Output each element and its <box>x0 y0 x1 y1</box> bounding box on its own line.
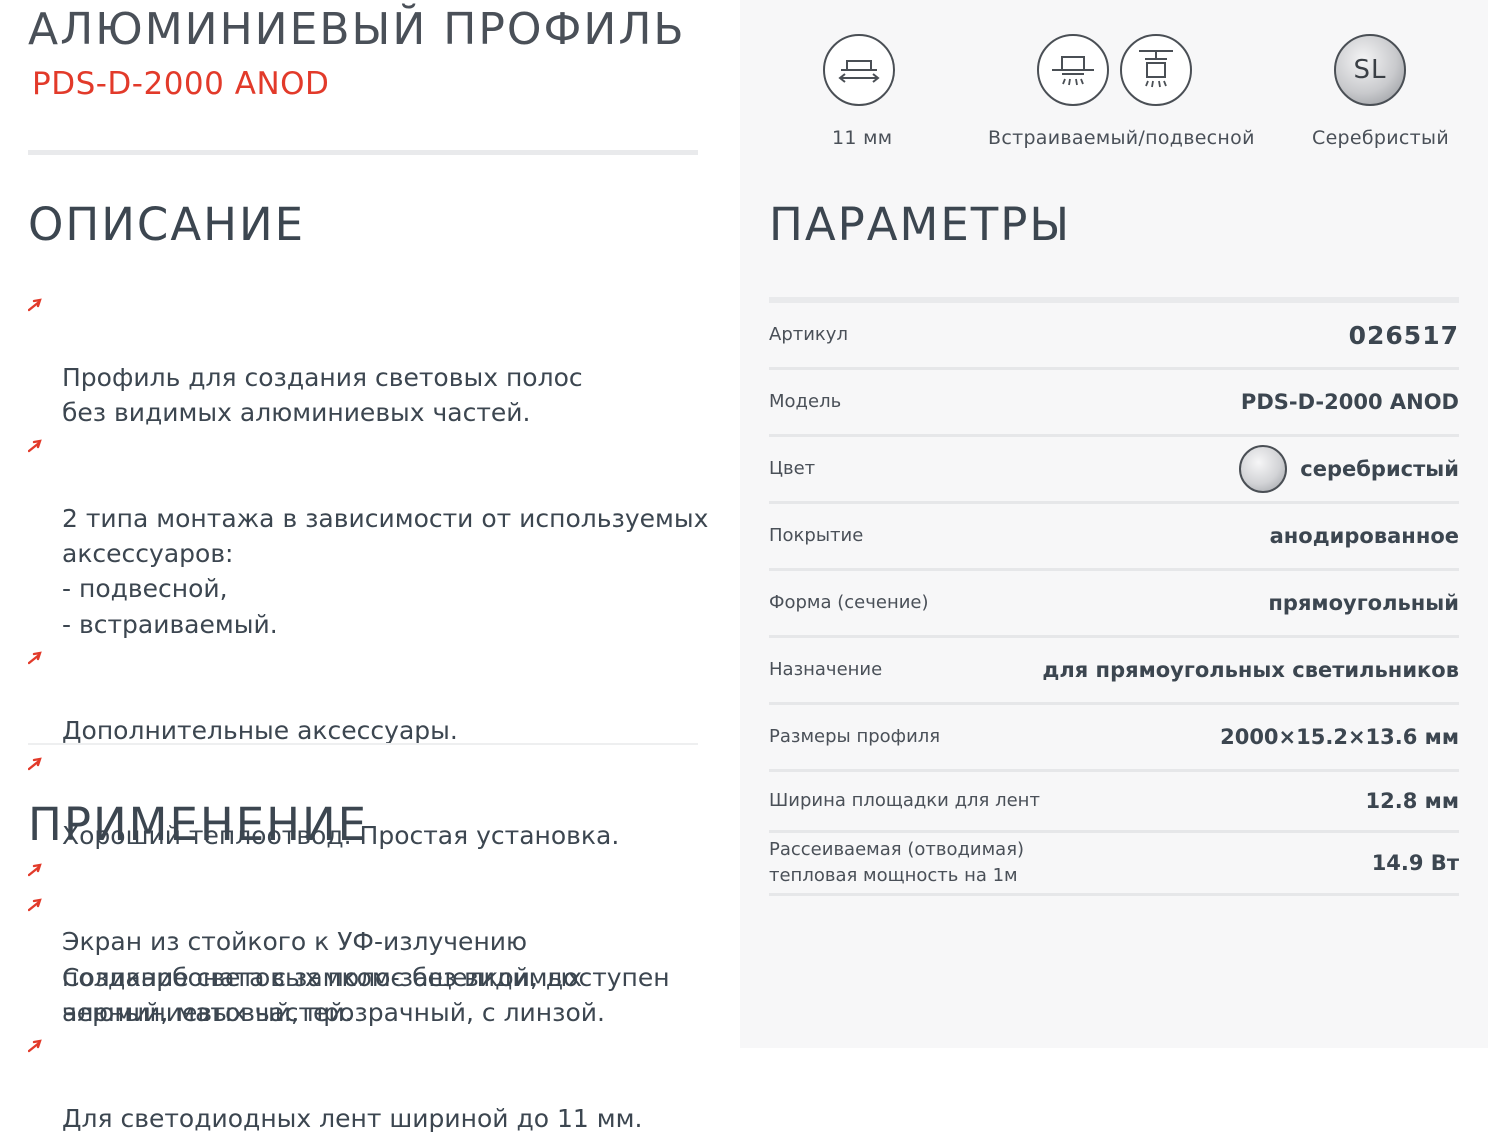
red-arrow-icon <box>28 757 42 771</box>
list-item: Для светодиодных лент шириной до 11 мм. <box>28 1030 718 1136</box>
list-item: Профиль для создания световых полос без … <box>28 289 718 430</box>
table-row: Размеры профиля 2000×15.2×13.6 мм <box>769 705 1459 772</box>
param-label: Покрытие <box>769 525 864 546</box>
table-row: Ширина площадки для лент 12.8 мм <box>769 772 1459 833</box>
red-arrow-icon <box>28 863 42 876</box>
page-title: АЛЮМИНИЕВЫЙ ПРОФИЛЬ <box>28 4 686 55</box>
table-row: Модель PDS-D-2000 ANOD <box>769 370 1459 437</box>
param-label: Размеры профиля <box>769 726 941 747</box>
param-label: Модель <box>769 391 842 412</box>
table-row: Форма (сечение) прямоугольный <box>769 571 1459 638</box>
param-label: Рассеиваемая (отводимая) тепловая мощнос… <box>769 839 1025 886</box>
feature-color-label: Серебристый <box>1312 127 1449 149</box>
list-item: 2 типа монтажа в зависимости от использу… <box>28 430 718 642</box>
param-value: прямоугольный <box>1268 591 1459 615</box>
list-item: Создание световых полос без видимых алюм… <box>28 889 718 1030</box>
table-row: Цвет серебристый <box>769 437 1459 504</box>
list-item-text: Для светодиодных лент шириной до 11 мм. <box>62 1103 643 1133</box>
silver-color-icon: SL <box>1334 34 1406 106</box>
model-subtitle: PDS-D-2000 ANOD <box>32 66 330 102</box>
feature-width <box>823 34 895 106</box>
param-value: 12.8 мм <box>1365 789 1459 813</box>
width-arrows-icon <box>823 34 895 106</box>
param-value: анодированное <box>1269 524 1459 548</box>
list-item-text: Дополнительные аксессуары. <box>62 715 458 745</box>
feature-color: SL <box>1334 34 1406 106</box>
list-item: Дополнительные аксессуары. <box>28 642 718 748</box>
params-heading: ПАРАМЕТРЫ <box>769 198 1072 251</box>
pendant-mount-icon <box>1120 34 1192 106</box>
params-table: Артикул 026517 Модель PDS-D-2000 ANOD Цв… <box>769 297 1459 896</box>
param-label: Ширина площадки для лент <box>769 790 1040 811</box>
param-value-color: серебристый <box>1239 445 1459 493</box>
table-row: Артикул 026517 <box>769 303 1459 370</box>
param-value: для прямоугольных светильников <box>1042 658 1459 682</box>
description-heading: ОПИСАНИЕ <box>28 198 306 251</box>
red-arrow-icon <box>28 298 42 312</box>
param-value: серебристый <box>1300 457 1459 481</box>
param-label: Форма (сечение) <box>769 592 929 613</box>
list-item-text: Профиль для создания световых полос без … <box>62 362 583 427</box>
application-heading: ПРИМЕНЕНИЕ <box>28 798 369 851</box>
divider <box>28 150 698 155</box>
red-arrow-icon <box>28 1039 42 1053</box>
param-value: 026517 <box>1348 320 1459 350</box>
param-value: PDS-D-2000 ANOD <box>1240 390 1459 414</box>
param-label: Назначение <box>769 659 883 680</box>
param-value: 2000×15.2×13.6 мм <box>1220 725 1459 749</box>
param-value: 14.9 Вт <box>1371 851 1459 875</box>
table-row: Рассеиваемая (отводимая) тепловая мощнос… <box>769 833 1459 896</box>
red-arrow-icon <box>28 651 42 665</box>
feature-mount-label: Встраиваемый/подвесной <box>988 127 1255 149</box>
feature-pendant <box>1120 34 1192 106</box>
color-swatch <box>1239 445 1288 493</box>
application-list: Создание световых полос без видимых алюм… <box>28 889 718 1136</box>
list-item-text: Создание световых полос без видимых алюм… <box>62 962 583 1027</box>
param-label: Артикул <box>769 324 848 345</box>
red-arrow-icon <box>28 439 42 453</box>
feature-width-label: 11 мм <box>832 127 893 149</box>
list-item-text: 2 типа монтажа в зависимости от использу… <box>62 503 709 639</box>
table-row: Покрытие анодированное <box>769 504 1459 571</box>
left-column: АЛЮМИНИЕВЫЙ ПРОФИЛЬ PDS-D-2000 ANOD ОПИС… <box>0 0 740 1133</box>
red-arrow-icon <box>28 898 42 912</box>
param-label: Цвет <box>769 458 816 479</box>
table-row: Назначение для прямоугольных светильнико… <box>769 638 1459 705</box>
feature-built-in <box>1037 34 1109 106</box>
divider <box>28 743 698 745</box>
built-in-mount-icon <box>1037 34 1109 106</box>
